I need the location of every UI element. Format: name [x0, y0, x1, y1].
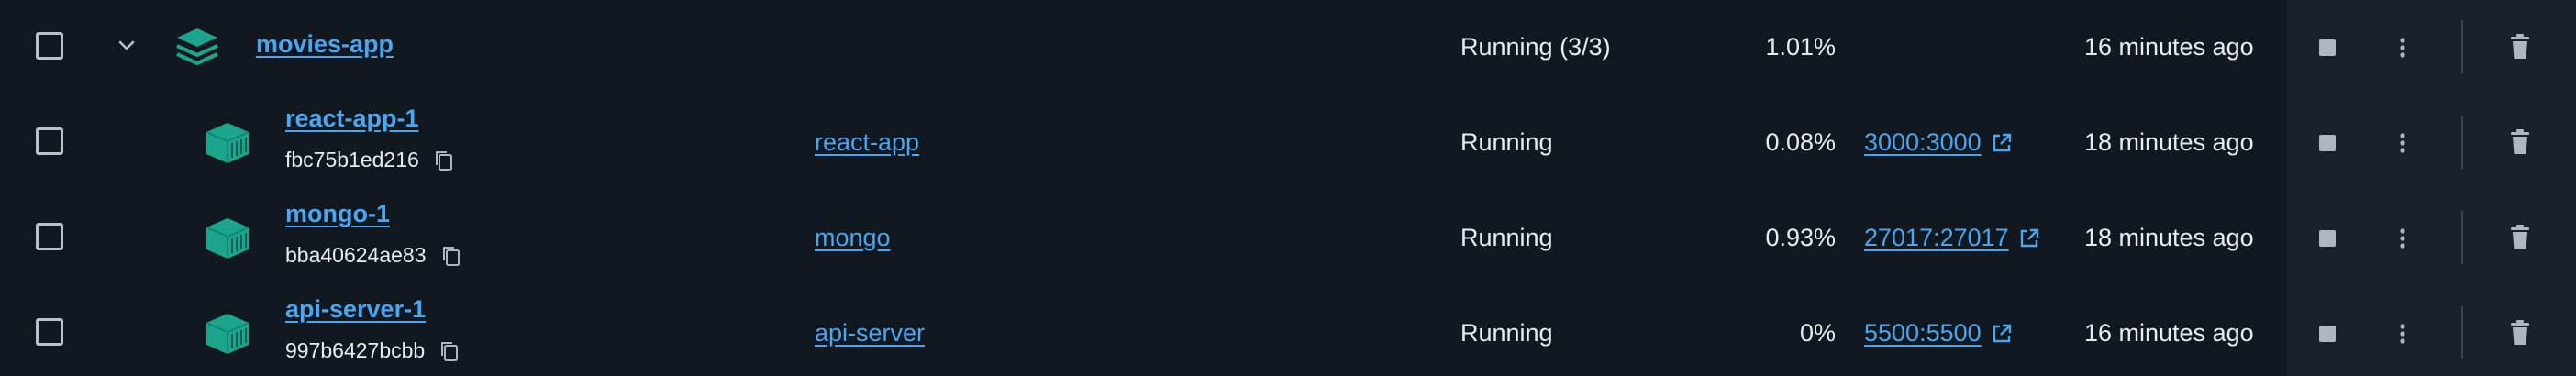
- stop-icon[interactable]: [2319, 39, 2336, 56]
- copy-icon[interactable]: [441, 245, 461, 267]
- last-started: 16 minutes ago: [2084, 33, 2254, 61]
- project-row[interactable]: movies-app Running (3/3) 1.01% 16 minute…: [0, 0, 2576, 95]
- port-link[interactable]: 3000:3000: [1864, 128, 1982, 157]
- chevron-down-icon[interactable]: [116, 35, 138, 57]
- container-id-text: 997b6427bcbb: [285, 338, 426, 362]
- more-vertical-icon[interactable]: [2389, 319, 2416, 348]
- more-vertical-icon[interactable]: [2389, 128, 2416, 158]
- action-divider: [2461, 306, 2463, 359]
- stop-icon[interactable]: [2319, 326, 2336, 342]
- cpu-usage: 0%: [1799, 319, 1836, 347]
- stack-icon: [176, 28, 218, 65]
- container-name-link[interactable]: mongo-1: [285, 200, 390, 228]
- container-id: 997b6427bcbb: [285, 338, 460, 363]
- action-divider: [2461, 211, 2463, 264]
- container-name-link[interactable]: api-server-1: [285, 295, 426, 324]
- port-link[interactable]: 27017:27017: [1864, 224, 2009, 252]
- container-icon: [205, 314, 250, 354]
- image-link[interactable]: react-app: [815, 128, 919, 157]
- external-link-icon[interactable]: [2018, 227, 2040, 249]
- copy-icon[interactable]: [439, 340, 460, 362]
- action-divider: [2461, 20, 2463, 73]
- stop-icon[interactable]: [2319, 135, 2336, 151]
- more-vertical-icon[interactable]: [2389, 224, 2416, 253]
- external-link-icon[interactable]: [1991, 132, 2013, 154]
- cpu-usage: 0.08%: [1765, 128, 1836, 156]
- port-mapping: 5500:5500: [1864, 319, 2013, 348]
- last-started: 18 minutes ago: [2084, 224, 2254, 251]
- copy-icon[interactable]: [434, 149, 454, 171]
- action-divider: [2461, 116, 2463, 169]
- trash-icon[interactable]: [2509, 33, 2531, 61]
- image-link[interactable]: api-server: [815, 319, 925, 348]
- container-name-link[interactable]: react-app-1: [285, 105, 419, 133]
- row-checkbox[interactable]: [36, 223, 63, 250]
- container-icon: [205, 123, 250, 163]
- port-mapping: 27017:27017: [1864, 224, 2040, 252]
- port-link[interactable]: 5500:5500: [1864, 319, 1982, 348]
- port-mapping: 3000:3000: [1864, 128, 2013, 157]
- cpu-usage: 0.93%: [1765, 224, 1836, 251]
- container-id: fbc75b1ed216: [285, 148, 454, 172]
- status-text: Running: [1460, 319, 1553, 347]
- last-started: 16 minutes ago: [2084, 319, 2254, 347]
- trash-icon[interactable]: [2509, 319, 2531, 347]
- row-checkbox[interactable]: [36, 318, 63, 346]
- container-row[interactable]: react-app-1 fbc75b1ed216 react-app Runni…: [0, 95, 2576, 191]
- container-id-text: fbc75b1ed216: [285, 148, 419, 171]
- status-text: Running (3/3): [1460, 33, 1611, 61]
- container-row[interactable]: api-server-1 997b6427bcbb api-server Run…: [0, 286, 2576, 376]
- row-checkbox[interactable]: [36, 127, 63, 155]
- last-started: 18 minutes ago: [2084, 128, 2254, 156]
- cpu-usage: 1.01%: [1765, 33, 1836, 61]
- project-name-link[interactable]: movies-app: [256, 30, 394, 59]
- trash-icon[interactable]: [2509, 128, 2531, 156]
- status-text: Running: [1460, 224, 1553, 251]
- trash-icon[interactable]: [2509, 224, 2531, 251]
- container-id: bba40624ae83: [285, 243, 461, 268]
- container-row[interactable]: mongo-1 bba40624ae83 mongo Running 0.93%…: [0, 191, 2576, 286]
- containers-table: movies-app Running (3/3) 1.01% 16 minute…: [0, 0, 2576, 376]
- status-text: Running: [1460, 128, 1553, 156]
- more-vertical-icon[interactable]: [2389, 33, 2416, 62]
- stop-icon[interactable]: [2319, 230, 2336, 247]
- container-id-text: bba40624ae83: [285, 243, 427, 267]
- external-link-icon[interactable]: [1991, 323, 2013, 345]
- image-link[interactable]: mongo: [815, 224, 891, 252]
- row-checkbox[interactable]: [36, 32, 63, 60]
- container-icon: [205, 218, 250, 259]
